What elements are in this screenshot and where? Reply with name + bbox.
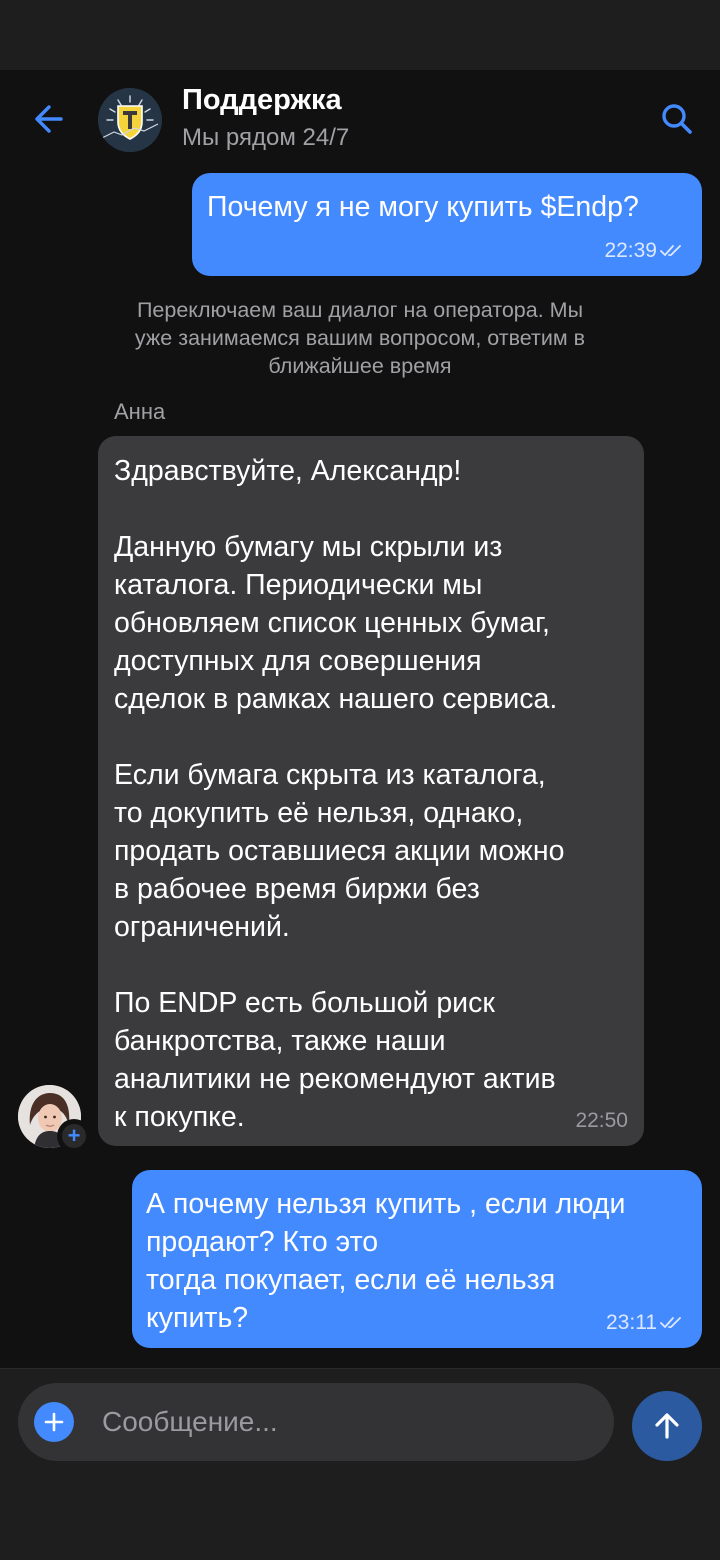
system-navigation-area (0, 1476, 720, 1560)
message-time: 22:39 (604, 239, 657, 262)
outgoing-message-1[interactable]: Почему я не могу купить $Endp? 22:39 (192, 173, 702, 276)
attach-button[interactable] (34, 1402, 74, 1442)
message-meta: 22:39 (604, 238, 686, 264)
message-text-line: Почему я не могу купить $Endp? (207, 191, 639, 223)
plus-icon: + (62, 1124, 86, 1148)
message-meta: 22:50 (575, 1108, 628, 1134)
message-text-line (114, 718, 644, 756)
message-text-line: к покупке. (114, 1101, 245, 1133)
plus-icon (44, 1412, 64, 1432)
arrow-up-icon (655, 1413, 679, 1439)
message-time: 22:50 (575, 1109, 628, 1132)
support-chat-screen: Поддержка Мы рядом 24/7 Почему я не могу… (0, 0, 720, 1560)
back-button[interactable] (28, 98, 70, 140)
search-button[interactable] (656, 98, 698, 140)
message-composer (0, 1368, 720, 1476)
double-check-icon (660, 245, 681, 256)
message-text-line: Если бумага скрыта из каталога, (114, 759, 546, 791)
message-text-line: Здравствуйте, Александр! (114, 455, 462, 487)
chat-subtitle: Мы рядом 24/7 (182, 124, 350, 151)
message-text-line: ограничений. (114, 911, 290, 943)
double-check-icon (660, 1317, 681, 1328)
system-notice-line: Переключаем ваш диалог на оператора. Мы (136, 298, 584, 322)
composer-field (18, 1383, 614, 1461)
support-avatar[interactable] (98, 88, 162, 152)
message-text-line: тогда покупает, если её нельзя (146, 1264, 556, 1296)
system-notice: Переключаем ваш диалог на оператора. Мы … (80, 296, 640, 380)
message-meta: 23:11 (606, 1310, 686, 1336)
message-text-line: А почему нельзя купить , если люди (146, 1188, 626, 1220)
message-text-line (114, 490, 644, 528)
message-time: 23:11 (606, 1311, 657, 1334)
message-text-line: Данную бумагу мы скрыли из (114, 531, 503, 563)
message-text-line: каталога. Периодически мы (114, 569, 483, 601)
message-text-line: сделок в рамках нашего сервиса. (114, 683, 558, 715)
chat-history[interactable]: Почему я не могу купить $Endp? 22:39 Пер… (0, 170, 720, 1368)
message-text-line: то докупить её нельзя, однако, (114, 797, 524, 829)
message-text-line: продают? Кто это (146, 1226, 379, 1258)
message-text-line: в рабочее время биржи без (114, 873, 480, 905)
sender-name: Анна (114, 399, 166, 424)
message-text-line: аналитики не рекомендуют актив (114, 1063, 556, 1095)
agent-badge: + (57, 1119, 91, 1153)
outgoing-message-2[interactable]: А почему нельзя купить , если люди прода… (132, 1170, 702, 1348)
message-input[interactable] (102, 1383, 602, 1461)
incoming-message-1[interactable]: Здравствуйте, Александр! Данную бумагу м… (98, 436, 644, 1146)
search-icon (662, 104, 692, 134)
bank-shield-logo (98, 88, 162, 152)
message-text-line: продать оставшиеся акции можно (114, 835, 565, 867)
system-notice-line: ближайшее время (268, 354, 452, 378)
system-notice-line: уже занимаемся вашим вопросом, ответим в (134, 326, 586, 350)
send-button[interactable] (632, 1391, 702, 1461)
message-text-line: обновляем список ценных бумаг, (114, 607, 550, 639)
chat-header: Поддержка Мы рядом 24/7 (0, 70, 720, 170)
message-text-line: доступных для совершения (114, 645, 482, 677)
message-text-line: По ENDP есть большой риск (114, 987, 495, 1019)
message-text-line: банкротства, также наши (114, 1025, 446, 1057)
arrow-left-icon (35, 105, 63, 133)
chat-title: Поддержка (182, 84, 342, 116)
message-text-line (114, 946, 644, 984)
